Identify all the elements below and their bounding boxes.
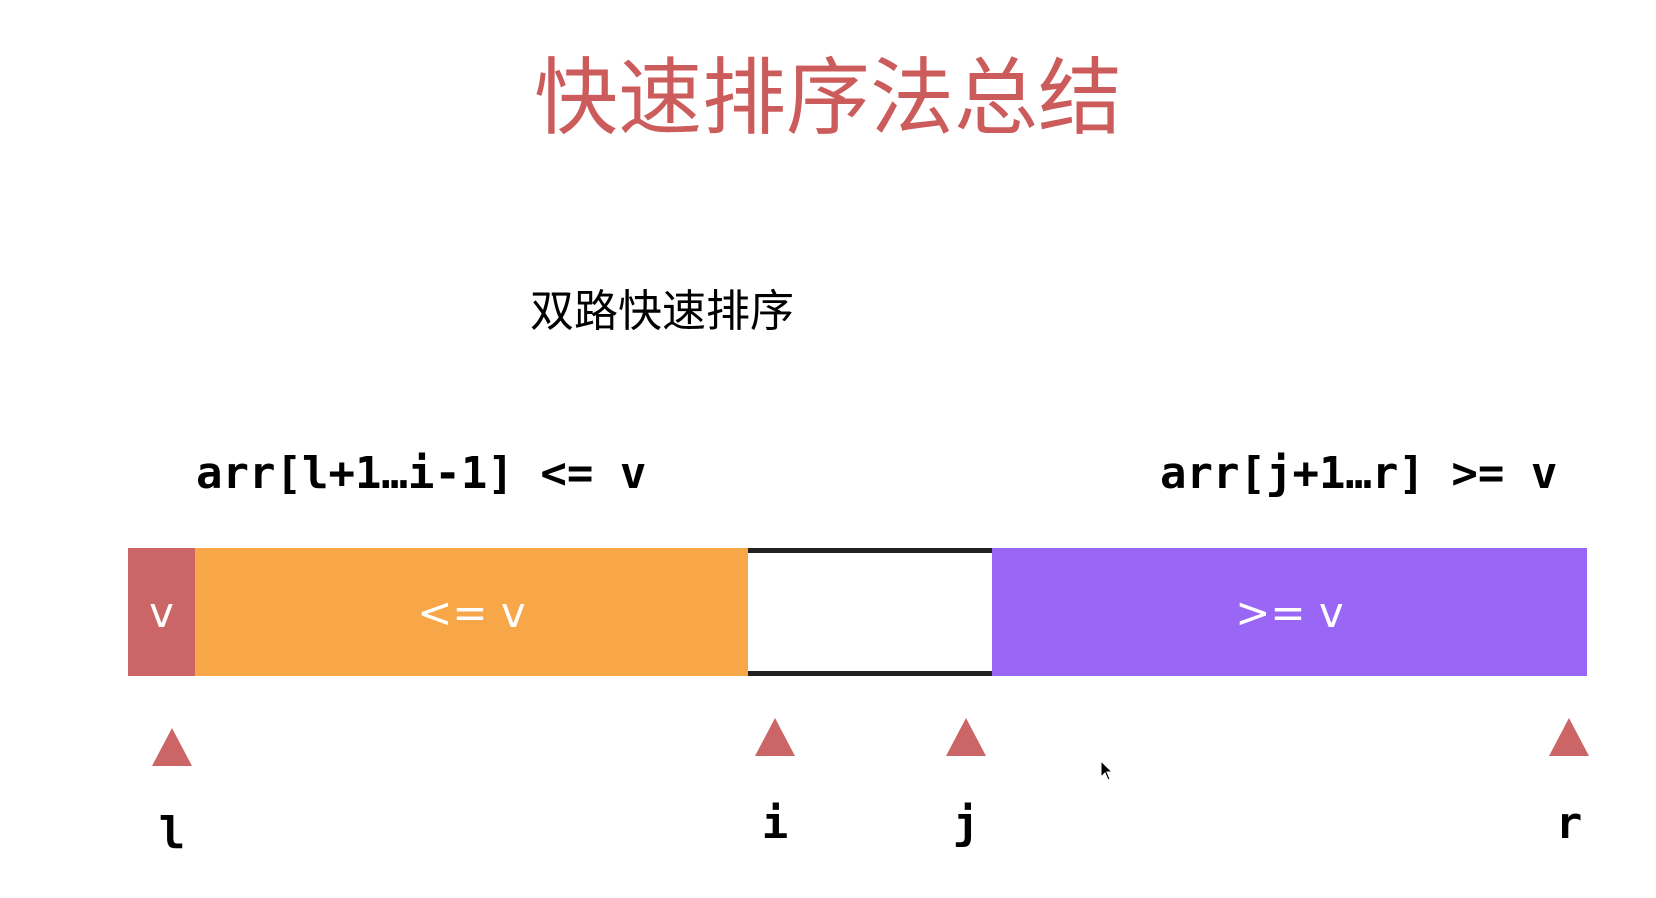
left-range-label: arr[l+1…i-1] <= v <box>196 448 647 499</box>
page-title: 快速排序法总结 <box>533 49 1122 147</box>
pointer-i-marker-icon <box>755 718 795 756</box>
unprocessed-segment <box>748 548 992 676</box>
pivot-segment-label: v <box>149 587 174 637</box>
less-equal-segment-label: <= v <box>417 587 526 637</box>
pointer-i-label: i <box>761 798 789 849</box>
array-bar: v <= v >= v <box>0 548 1656 676</box>
pointer-r-marker-icon <box>1549 718 1589 756</box>
pivot-segment: v <box>128 548 195 676</box>
greater-equal-segment-label: >= v <box>1235 587 1344 637</box>
pointer-l-label: l <box>158 808 186 859</box>
greater-equal-segment: >= v <box>992 548 1587 676</box>
pointer-l-marker-icon <box>152 728 192 766</box>
pointer-r-label: r <box>1555 798 1583 849</box>
pointer-j-marker-icon <box>946 718 986 756</box>
mouse-cursor-icon <box>1100 760 1114 781</box>
less-equal-segment: <= v <box>195 548 748 676</box>
right-range-label: arr[j+1…r] >= v <box>1160 448 1558 499</box>
pointer-j-label: j <box>952 798 980 849</box>
diagram-subtitle: 双路快速排序 <box>530 286 794 337</box>
